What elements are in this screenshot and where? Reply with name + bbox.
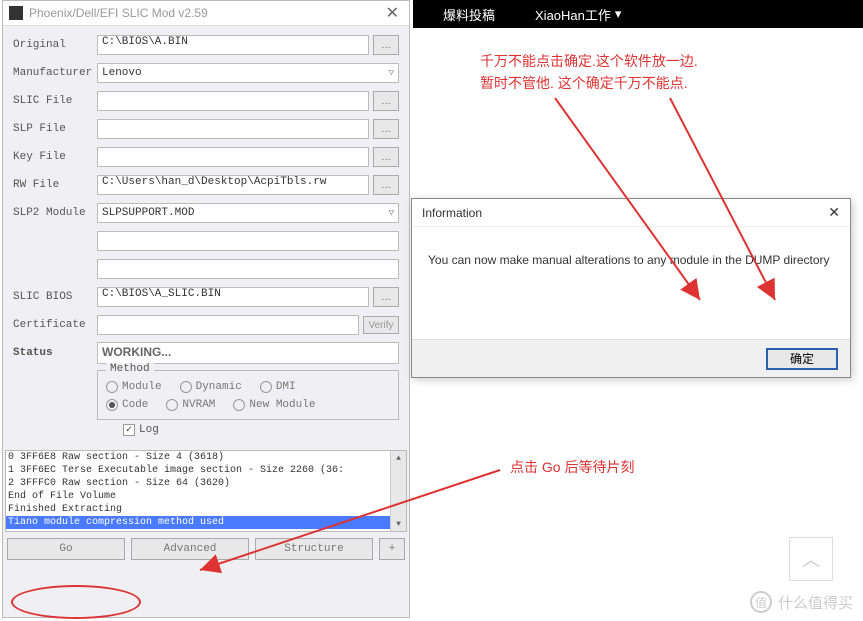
label-original: Original	[13, 39, 97, 51]
dialog-titlebar: Information ✕	[412, 199, 850, 227]
manufacturer-dropdown[interactable]: Lenovo▽	[97, 63, 399, 83]
browse-slic-bios-button[interactable]: …	[373, 287, 399, 307]
window-title: Phoenix/Dell/EFI SLIC Mod v2.59	[29, 6, 382, 20]
label-certificate: Certificate	[13, 319, 97, 331]
structure-button[interactable]: Structure	[255, 538, 373, 560]
label-slp-file: SLP File	[13, 123, 97, 135]
radio-module[interactable]: Module	[106, 381, 162, 393]
label-slic-bios: SLIC BIOS	[13, 291, 97, 303]
dialog-close-icon[interactable]: ✕	[828, 204, 840, 221]
certificate-field[interactable]	[97, 315, 359, 335]
slic-mod-window: Phoenix/Dell/EFI SLIC Mod v2.59 ✕ Origin…	[2, 0, 410, 618]
key-file-field[interactable]	[97, 147, 369, 167]
rw-file-field[interactable]: C:\Users\han_d\Desktop\AcpiTbls.rw	[97, 175, 369, 195]
titlebar: Phoenix/Dell/EFI SLIC Mod v2.59 ✕	[3, 1, 409, 26]
label-key-file: Key File	[13, 151, 97, 163]
annotation-go-circle	[11, 585, 141, 619]
method-title: Method	[106, 363, 154, 375]
extra-field-1[interactable]	[97, 231, 399, 251]
radio-dmi[interactable]: DMI	[260, 381, 296, 393]
status-value: WORKING...	[97, 342, 399, 364]
log-checkbox[interactable]: ✓	[123, 424, 135, 436]
radio-nvram[interactable]: NVRAM	[166, 399, 215, 411]
browse-slp-button[interactable]: …	[373, 119, 399, 139]
browse-slic-button[interactable]: …	[373, 91, 399, 111]
scroll-top-button[interactable]: ︿	[789, 537, 833, 581]
slp2-module-dropdown[interactable]: SLPSUPPORT.MOD▽	[97, 203, 399, 223]
label-rw-file: RW File	[13, 179, 97, 191]
radio-new-module[interactable]: New Module	[233, 399, 315, 411]
go-button[interactable]: Go	[7, 538, 125, 560]
label-status: Status	[13, 347, 97, 359]
information-dialog: Information ✕ You can now make manual al…	[411, 198, 851, 378]
radio-code[interactable]: Code	[106, 399, 148, 411]
label-slic-file: SLIC File	[13, 95, 97, 107]
close-icon[interactable]: ✕	[382, 3, 403, 23]
watermark-icon: 值	[750, 591, 772, 613]
app-icon	[9, 6, 23, 20]
chevron-down-icon: ▾	[615, 6, 622, 22]
chevron-up-icon: ︿	[802, 546, 820, 572]
page-topbar: 爆料投稿 XiaoHan工作 ▾	[413, 0, 863, 28]
chevron-down-icon: ▽	[389, 68, 394, 78]
log-label: Log	[139, 424, 159, 436]
annotation-bottom: 点击 Go 后等待片刻	[510, 456, 634, 478]
original-field[interactable]: C:\BIOS\A.BIN	[97, 35, 369, 55]
log-scrollbar[interactable]: ▲▼	[390, 451, 406, 531]
log-output[interactable]: 0 3FF6E8 Raw section - Size 4 (3618) 1 3…	[5, 450, 407, 532]
topbar-item-work[interactable]: XiaoHan工作 ▾	[535, 5, 621, 24]
label-slp2-module: SLP2 Module	[13, 207, 97, 219]
ok-button[interactable]: 确定	[766, 348, 838, 370]
extra-field-2[interactable]	[97, 259, 399, 279]
slp-file-field[interactable]	[97, 119, 369, 139]
dialog-body-text: You can now make manual alterations to a…	[412, 227, 850, 293]
slic-file-field[interactable]	[97, 91, 369, 111]
topbar-item-submit[interactable]: 爆料投稿	[443, 5, 495, 24]
label-manufacturer: Manufacturer	[13, 67, 97, 79]
watermark: 值 什么值得买	[750, 591, 853, 613]
radio-dynamic[interactable]: Dynamic	[180, 381, 242, 393]
browse-key-button[interactable]: …	[373, 147, 399, 167]
browse-original-button[interactable]: …	[373, 35, 399, 55]
annotation-top: 千万不能点击确定.这个软件放一边. 暂时不管他. 这个确定千万不能点.	[480, 50, 698, 95]
browse-rw-button[interactable]: …	[373, 175, 399, 195]
advanced-button[interactable]: Advanced	[131, 538, 249, 560]
dialog-title-text: Information	[422, 206, 482, 220]
chevron-down-icon: ▽	[389, 208, 394, 218]
more-button[interactable]: +	[379, 538, 405, 560]
verify-button[interactable]: Verify	[363, 316, 399, 334]
method-group: Method Module Dynamic DMI Code NVRAM New…	[97, 370, 399, 420]
slic-bios-field[interactable]: C:\BIOS\A_SLIC.BIN	[97, 287, 369, 307]
